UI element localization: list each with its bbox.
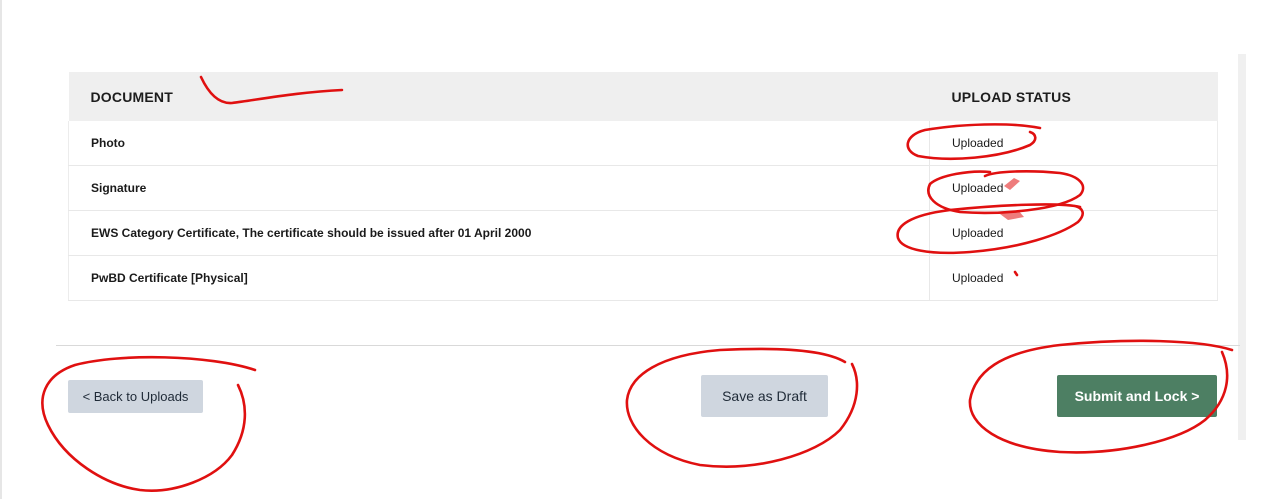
scrollbar[interactable]	[1238, 54, 1246, 440]
upload-review-page: DOCUMENT UPLOAD STATUS Photo Uploaded Si…	[0, 0, 1280, 499]
upload-status-column-header: UPLOAD STATUS	[929, 72, 1218, 121]
table-header-row: DOCUMENT UPLOAD STATUS	[68, 72, 1218, 121]
actions-divider	[56, 345, 1240, 346]
table-row: PwBD Certificate [Physical] Uploaded	[68, 255, 1218, 301]
upload-status-pwbd-certificate: Uploaded	[929, 255, 1218, 301]
upload-status-ews-certificate: Uploaded	[929, 210, 1218, 256]
circle-back-button	[41, 355, 257, 492]
left-border	[0, 0, 2, 499]
table-row: EWS Category Certificate, The certificat…	[68, 210, 1218, 256]
document-name-ews-certificate: EWS Category Certificate, The certificat…	[68, 210, 930, 256]
document-name-signature: Signature	[68, 165, 930, 211]
documents-table: DOCUMENT UPLOAD STATUS Photo Uploaded Si…	[68, 72, 1218, 301]
document-column-header: DOCUMENT	[68, 72, 930, 121]
submit-and-lock-button[interactable]: Submit and Lock >	[1057, 375, 1217, 417]
table-row: Signature Uploaded	[68, 165, 1218, 211]
save-as-draft-button[interactable]: Save as Draft	[701, 375, 828, 417]
upload-status-signature: Uploaded	[929, 165, 1218, 211]
table-row: Photo Uploaded	[68, 121, 1218, 166]
upload-status-photo: Uploaded	[929, 121, 1218, 166]
document-name-photo: Photo	[68, 121, 930, 166]
back-to-uploads-button[interactable]: < Back to Uploads	[68, 380, 203, 413]
document-name-pwbd-certificate: PwBD Certificate [Physical]	[68, 255, 930, 301]
